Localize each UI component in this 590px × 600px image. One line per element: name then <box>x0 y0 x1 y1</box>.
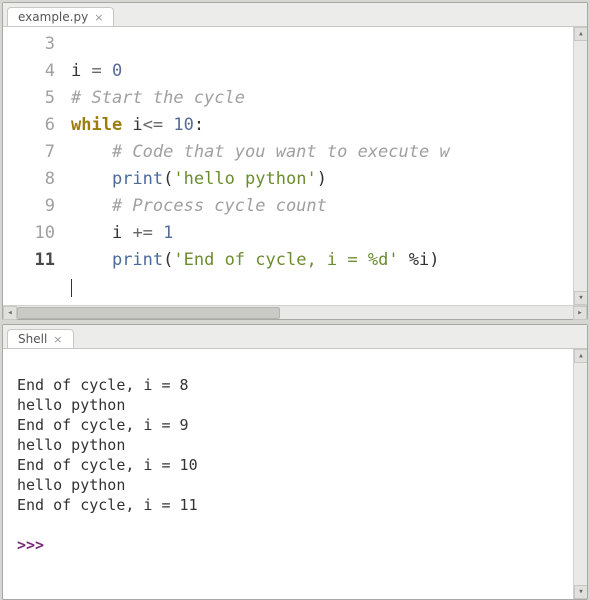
line-number: 6 <box>3 112 55 139</box>
shell-output-line: hello python <box>17 396 125 414</box>
shell-output-line: End of cycle, i = 11 <box>17 496 198 514</box>
shell-output-line: hello python <box>17 436 125 454</box>
code-line: # Start the cycle <box>71 88 245 108</box>
scrollbar-thumb[interactable] <box>17 307 280 319</box>
code-area[interactable]: i = 0 # Start the cycle while i<= 10: # … <box>65 27 587 305</box>
code-line: # Code that you want to execute w <box>71 142 450 162</box>
shell-output-line: End of cycle, i = 8 <box>17 376 189 394</box>
text-cursor <box>71 279 72 297</box>
line-number: 7 <box>3 139 55 166</box>
scroll-down-icon[interactable]: ▾ <box>574 291 587 305</box>
scroll-right-icon[interactable]: ▸ <box>573 306 587 320</box>
scroll-up-icon[interactable]: ▴ <box>574 349 587 363</box>
line-number: 5 <box>3 85 55 112</box>
code-line: print('hello python') <box>71 169 327 189</box>
line-number-current: 11 <box>3 247 55 274</box>
line-number: 8 <box>3 166 55 193</box>
line-number: 3 <box>3 31 55 58</box>
code-line <box>71 277 72 297</box>
editor-tabbar: example.py × <box>3 3 587 27</box>
shell-tabbar: Shell × <box>3 325 587 349</box>
line-number: 9 <box>3 193 55 220</box>
scroll-left-icon[interactable]: ◂ <box>3 306 17 320</box>
editor-vertical-scrollbar[interactable]: ▴ ▾ <box>573 27 587 305</box>
shell-tab-label: Shell <box>18 332 47 346</box>
editor-body[interactable]: 3 4 5 6 7 8 9 10 11 i = 0 # Start the cy… <box>3 27 587 305</box>
editor-horizontal-scrollbar[interactable]: ◂ ▸ <box>3 305 587 319</box>
editor-tab[interactable]: example.py × <box>7 7 114 26</box>
scroll-up-icon[interactable]: ▴ <box>574 27 587 41</box>
scroll-down-icon[interactable]: ▾ <box>574 585 587 599</box>
line-gutter: 3 4 5 6 7 8 9 10 11 <box>3 27 65 305</box>
code-line: i += 1 <box>71 223 173 243</box>
shell-output-line: End of cycle, i = 9 <box>17 416 189 434</box>
shell-output-line: hello python <box>17 476 125 494</box>
code-line: while i<= 10: <box>71 115 204 135</box>
editor-tab-label: example.py <box>18 10 88 24</box>
code-line: # Process cycle count <box>71 196 327 216</box>
editor-pane: example.py × 3 4 5 6 7 8 9 10 11 i = 0 #… <box>2 2 588 320</box>
shell-output-line: End of cycle, i = 10 <box>17 456 198 474</box>
close-icon[interactable]: × <box>94 12 103 23</box>
shell-body[interactable]: End of cycle, i = 8 hello python End of … <box>3 349 587 599</box>
shell-prompt: >>> <box>17 536 53 554</box>
code-line: i = 0 <box>71 61 122 81</box>
close-icon[interactable]: × <box>53 334 62 345</box>
line-number: 10 <box>3 220 55 247</box>
line-number: 4 <box>3 58 55 85</box>
code-line: print('End of cycle, i = %d' %i) <box>71 250 440 270</box>
shell-tab[interactable]: Shell × <box>7 329 74 348</box>
shell-vertical-scrollbar[interactable]: ▴ ▾ <box>573 349 587 599</box>
shell-pane: Shell × End of cycle, i = 8 hello python… <box>2 324 588 600</box>
